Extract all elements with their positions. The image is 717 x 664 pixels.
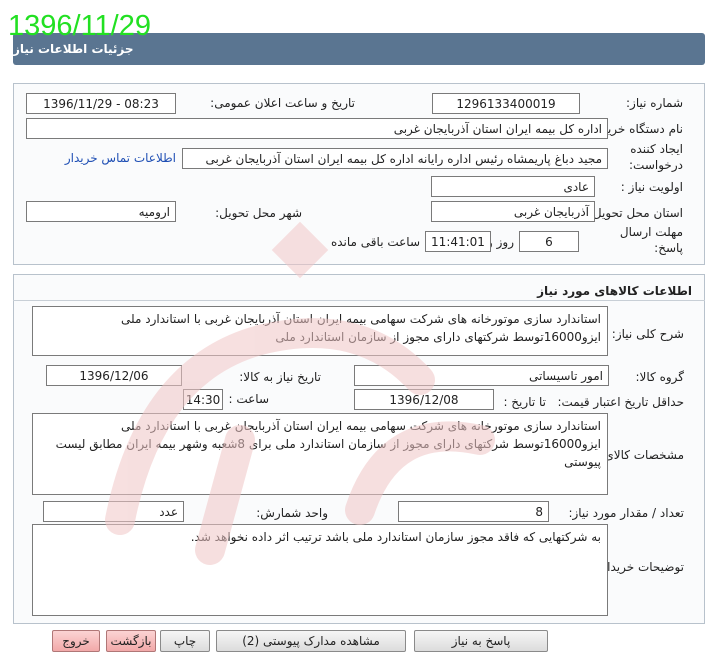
until-date-field: 1396/12/08 bbox=[354, 389, 494, 410]
back-button[interactable]: بازگشت bbox=[106, 630, 156, 652]
deadline-time-field: 11:41:01 bbox=[425, 231, 491, 252]
page-title: جزئیات اطلاعات نیاز bbox=[13, 42, 134, 56]
goods-section-divider bbox=[13, 300, 705, 301]
goods-group-label: گروه کالا: bbox=[635, 370, 685, 384]
need-number-field: 1296133400019 bbox=[432, 93, 580, 114]
announce-datetime-field: 1396/11/29 - 08:23 bbox=[26, 93, 176, 114]
exit-button[interactable]: خروج bbox=[52, 630, 100, 652]
buyer-contact-link[interactable]: اطلاعات تماس خریدار bbox=[65, 151, 176, 165]
need-number-label: شماره نیاز: bbox=[626, 96, 683, 110]
unit-field: عدد bbox=[43, 501, 184, 522]
summary-textarea: استاندارد سازی موتورخانه های شرکت سهامی … bbox=[32, 306, 608, 356]
creator-label-line2: درخواست: bbox=[629, 158, 683, 172]
reply-button[interactable]: پاسخ به نیاز bbox=[414, 630, 548, 652]
goods-section-title: اطلاعات کالاهای مورد نیاز bbox=[537, 284, 692, 298]
remaining-label: ساعت باقی مانده bbox=[330, 235, 420, 249]
goods-group-field: امور تاسیساتی bbox=[354, 365, 609, 386]
creator-field: مجید دباغ پاریمشاه رئیس اداره رایانه ادا… bbox=[182, 148, 608, 169]
quantity-field: 8 bbox=[398, 501, 549, 522]
until-date-label: تا تاریخ : bbox=[503, 395, 546, 409]
days-and-label: روز و bbox=[487, 235, 514, 249]
buyer-notes-textarea: به شرکتهایی که فاقد مجوز سازمان استاندار… bbox=[32, 524, 608, 616]
date-stamp: 1396/11/29 bbox=[8, 10, 151, 42]
view-attachments-button[interactable]: مشاهده مدارک پیوستی (2) bbox=[216, 630, 406, 652]
spec-textarea: استاندارد سازی موتورخانه های شرکت سهامی … bbox=[32, 413, 608, 495]
deadline-label-line1: مهلت ارسال bbox=[619, 225, 683, 239]
quantity-label: تعداد / مقدار مورد نیاز: bbox=[568, 506, 684, 520]
print-button[interactable]: چاپ bbox=[160, 630, 210, 652]
need-date-field: 1396/12/06 bbox=[46, 365, 182, 386]
priority-field: عادی bbox=[431, 176, 595, 197]
announce-datetime-label: تاریخ و ساعت اعلان عمومی: bbox=[210, 96, 355, 110]
province-field: آذربایجان غربی bbox=[431, 201, 595, 222]
buyer-org-field: اداره کل بیمه ایران استان آذربایجان غربی bbox=[26, 118, 608, 139]
deadline-days-field: 6 bbox=[519, 231, 579, 252]
province-label: استان محل تحویل: bbox=[588, 206, 683, 220]
hour-label: ساعت : bbox=[228, 392, 269, 406]
buyer-notes-label: توضیحات خریدار: bbox=[597, 560, 684, 574]
need-date-label: تاریخ نیاز به کالا: bbox=[239, 370, 321, 384]
city-label: شهر محل تحویل: bbox=[215, 206, 302, 220]
unit-label: واحد شمارش: bbox=[256, 506, 328, 520]
deadline-label-line2: پاسخ: bbox=[654, 241, 683, 255]
hour-field: 14:30 bbox=[183, 389, 223, 410]
min-price-validity-label: حداقل تاریخ اعتبار قیمت: bbox=[557, 395, 684, 409]
priority-label: اولویت نیاز : bbox=[620, 180, 683, 194]
summary-label: شرح کلی نیاز: bbox=[611, 327, 684, 341]
creator-label-line1: ایجاد کننده bbox=[630, 142, 683, 156]
city-field: ارومیه bbox=[26, 201, 176, 222]
